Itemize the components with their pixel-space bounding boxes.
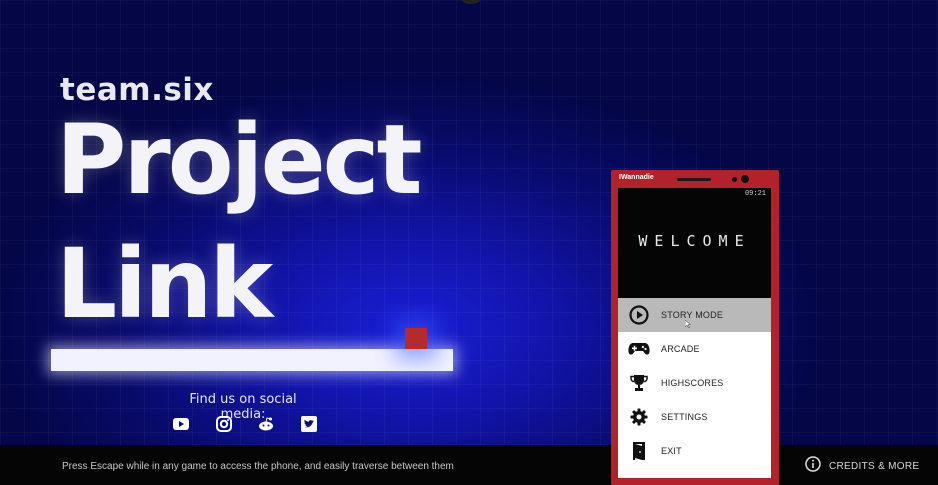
- menu-item-settings[interactable]: SETTINGS: [618, 400, 771, 434]
- game-title-line-1: Project: [56, 104, 422, 216]
- phone-clock: 09:21: [744, 190, 766, 198]
- phone-screen-header: 09:21 WELCOME: [618, 188, 771, 298]
- menu-label: STORY MODE: [661, 310, 724, 320]
- menu-item-highscores[interactable]: HIGHSCORES: [618, 366, 771, 400]
- mouse-cursor-icon: [685, 320, 691, 328]
- trophy-icon: [627, 371, 651, 395]
- menu-label: EXIT: [661, 446, 682, 456]
- social-links: [170, 413, 320, 435]
- twitter-icon[interactable]: [298, 413, 320, 435]
- menu-item-exit[interactable]: EXIT: [618, 434, 771, 468]
- youtube-icon[interactable]: [170, 413, 192, 435]
- gamepad-icon: [627, 337, 651, 361]
- menu-label: ARCADE: [661, 344, 700, 354]
- phone-camera: [741, 175, 749, 183]
- phone-sensor: [732, 177, 737, 182]
- menu-item-story-mode[interactable]: STORY MODE: [618, 298, 771, 332]
- credits-label: CREDITS & MORE: [829, 460, 920, 472]
- phone-speaker: [677, 178, 711, 181]
- reddit-icon[interactable]: [255, 413, 277, 435]
- game-background: team.six Project Link Find us on social …: [0, 0, 938, 445]
- background-grid: [0, 0, 938, 445]
- menu-label: HIGHSCORES: [661, 378, 724, 388]
- info-icon: [805, 456, 821, 476]
- game-title-line-2: Link: [56, 228, 273, 340]
- phone-brand: IWannadie: [619, 174, 654, 181]
- phone-menu: IWannadie 09:21 WELCOME STORY MODE ARCAD…: [611, 170, 779, 485]
- exit-door-icon: [627, 439, 651, 463]
- phone-screen: 09:21 WELCOME STORY MODE ARCADE HIGHSCOR…: [618, 188, 771, 478]
- phone-top-bar: IWannadie: [611, 170, 779, 188]
- credits-button[interactable]: CREDITS & MORE: [805, 456, 920, 476]
- menu-item-arcade[interactable]: ARCADE: [618, 332, 771, 366]
- player-cube: [405, 328, 427, 349]
- phone-menu-list: STORY MODE ARCADE HIGHSCORES SETTINGS EX…: [618, 298, 771, 468]
- studio-name: team.six: [60, 72, 214, 108]
- play-icon: [627, 303, 651, 327]
- welcome-text: WELCOME: [638, 232, 751, 250]
- glowing-platform: [51, 349, 453, 371]
- menu-label: SETTINGS: [661, 412, 708, 422]
- gear-icon: [627, 405, 651, 429]
- instagram-icon[interactable]: [213, 413, 235, 435]
- escape-hint: Press Escape while in any game to access…: [62, 461, 454, 472]
